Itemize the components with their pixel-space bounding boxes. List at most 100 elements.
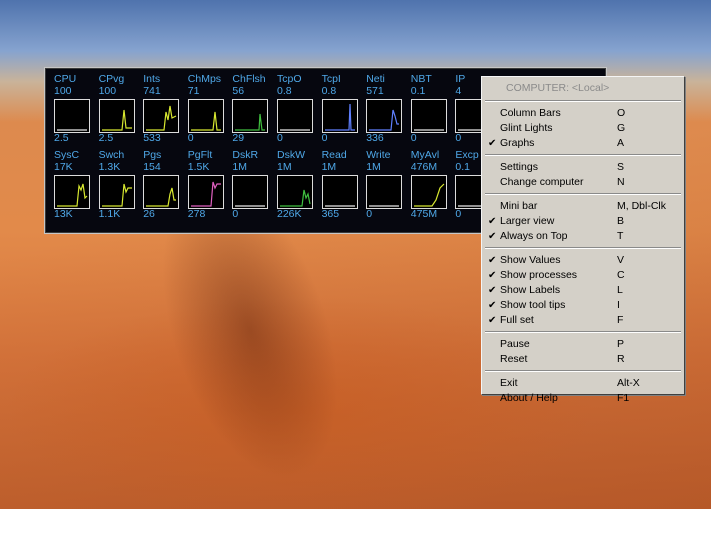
menu-item-shortcut: V: [617, 254, 625, 266]
counter-current-value: 278: [187, 208, 206, 220]
counter-max-value: 741: [143, 85, 161, 97]
counter-graph: [366, 175, 403, 209]
counter-max-value: 1M: [366, 161, 381, 173]
counter-current-value: 226K: [277, 208, 302, 220]
counter-dskr[interactable]: DskR 1M 0: [223, 145, 269, 221]
counter-current-value: 26: [143, 208, 155, 220]
counter-current-value: 13K: [54, 208, 73, 220]
graph-trace: [369, 109, 400, 131]
menu-item-shortcut: F1: [617, 392, 630, 404]
menu-item-about-help[interactable]: About / Help F1: [482, 391, 684, 406]
counter-pgflt[interactable]: PgFlt 1.5K 278: [179, 145, 224, 221]
counter-max-value: 56: [232, 85, 245, 97]
menu-item-change-computer[interactable]: Change computer N: [482, 175, 684, 190]
menu-item-shortcut: A: [617, 137, 625, 149]
menu-item-label: Full set: [500, 314, 534, 326]
menu-item-label: Mini bar: [500, 200, 538, 212]
counter-label: Excp: [455, 149, 479, 161]
graph-trace: [146, 187, 177, 207]
menu-item-column-bars[interactable]: Column Bars O: [482, 106, 684, 121]
counter-current-value: 336: [366, 132, 384, 144]
counter-chmps[interactable]: ChMps 71 0: [179, 69, 224, 145]
counter-nbt[interactable]: NBT 0.1 0: [402, 69, 447, 145]
counter-write[interactable]: Write 1M 0: [357, 145, 403, 221]
counter-max-value: 0.8: [321, 85, 337, 97]
menu-item-exit[interactable]: Exit Alt-X: [482, 376, 684, 391]
graph-trace: [101, 109, 132, 131]
counter-current-value: 0: [232, 208, 239, 220]
menu-item-show-tool-tips[interactable]: ✔ Show tool tips I: [482, 298, 684, 313]
counter-neti[interactable]: Neti 571 336: [357, 69, 403, 145]
counter-label: ChMps: [187, 73, 222, 85]
counter-graph: [187, 175, 224, 209]
menu-item-shortcut: M, Dbl-Clk: [617, 200, 666, 212]
counter-label: Swch: [98, 149, 125, 161]
menu-item-larger-view[interactable]: ✔ Larger view B: [482, 214, 684, 229]
counter-graph: [366, 99, 403, 133]
menu-item-show-values[interactable]: ✔ Show Values V: [482, 253, 684, 268]
counter-dskw[interactable]: DskW 1M 226K: [268, 145, 313, 221]
counter-current-value: 0: [410, 132, 417, 144]
menu-item-show-labels[interactable]: ✔ Show Labels L: [482, 283, 684, 298]
menu-separator: [485, 247, 681, 249]
counter-myavl[interactable]: MyAvl 476M 475M: [402, 145, 447, 221]
counter-pgs[interactable]: Pgs 154 26: [134, 145, 180, 221]
menu-item-shortcut: B: [617, 215, 625, 227]
menu-item-show-processes[interactable]: ✔ Show processes C: [482, 268, 684, 283]
counter-graph: [54, 175, 90, 209]
menu-item-label: Show tool tips: [500, 299, 566, 311]
menu-separator: [485, 154, 681, 156]
checkmark-icon: ✔: [488, 285, 497, 296]
menu-item-reset[interactable]: Reset R: [482, 352, 684, 367]
counter-max-value: 0.1: [410, 85, 426, 97]
counter-swch[interactable]: Swch 1.3K 1.1K: [90, 145, 135, 221]
counter-graph: [321, 99, 358, 133]
menu-separator: [485, 100, 681, 102]
counter-cpvg[interactable]: CPvg 100 2.5: [90, 69, 135, 145]
menu-separator: [485, 193, 681, 195]
menu-item-label: Settings: [500, 161, 538, 173]
counter-max-value: 154: [143, 161, 161, 173]
counter-current-value: 0: [455, 132, 462, 144]
counter-graph: [410, 175, 447, 209]
counter-current-value: 29: [232, 132, 245, 144]
menu-item-graphs[interactable]: ✔ Graphs A: [482, 136, 684, 151]
counter-graph: [143, 175, 180, 209]
counter-current-value: 0: [187, 132, 194, 144]
counter-graph: [98, 99, 135, 133]
menu-header-label: COMPUTER: <Local>: [506, 82, 610, 94]
graph-trace: [413, 183, 445, 207]
menu-header-computer: COMPUTER: <Local>: [482, 81, 684, 96]
menu-item-full-set[interactable]: ✔ Full set F: [482, 313, 684, 328]
counter-current-value: 533: [143, 132, 161, 144]
menu-item-shortcut: L: [617, 284, 623, 296]
counter-read[interactable]: Read 1M 365: [313, 145, 358, 221]
counter-chflsh[interactable]: ChFlsh 56 29: [223, 69, 269, 145]
menu-item-shortcut: G: [617, 122, 626, 134]
menu-item-label: Column Bars: [500, 107, 561, 119]
menu-item-label: Show Labels: [500, 284, 561, 296]
counter-sysc[interactable]: SysC 17K 13K: [45, 145, 90, 221]
counter-ints[interactable]: Ints 741 533: [134, 69, 180, 145]
counter-label: Neti: [366, 73, 385, 85]
counter-label: MyAvl: [410, 149, 440, 161]
counter-current-value: 1.1K: [98, 208, 121, 220]
graph-trace: [324, 103, 355, 131]
menu-item-glint-lights[interactable]: Glint Lights G: [482, 121, 684, 136]
menu-item-shortcut: S: [617, 161, 625, 173]
counter-tcpo[interactable]: TcpO 0.8 0: [268, 69, 313, 145]
counter-cpu[interactable]: CPU 100 2.5: [45, 69, 90, 145]
checkmark-icon: ✔: [488, 255, 497, 266]
checkmark-icon: ✔: [488, 270, 497, 281]
counter-current-value: 2.5: [98, 132, 114, 144]
menu-item-mini-bar[interactable]: Mini bar M, Dbl-Clk: [482, 199, 684, 214]
checkmark-icon: ✔: [488, 231, 497, 242]
menu-item-always-on-top[interactable]: ✔ Always on Top T: [482, 229, 684, 244]
counter-graph: [187, 99, 224, 133]
menu-item-settings[interactable]: Settings S: [482, 160, 684, 175]
menu-item-label: Graphs: [500, 137, 535, 149]
menu-item-label: Show Values: [500, 254, 561, 266]
counter-graph: [410, 99, 447, 133]
counter-tcpi[interactable]: TcpI 0.8 0: [313, 69, 358, 145]
menu-item-pause[interactable]: Pause P: [482, 337, 684, 352]
